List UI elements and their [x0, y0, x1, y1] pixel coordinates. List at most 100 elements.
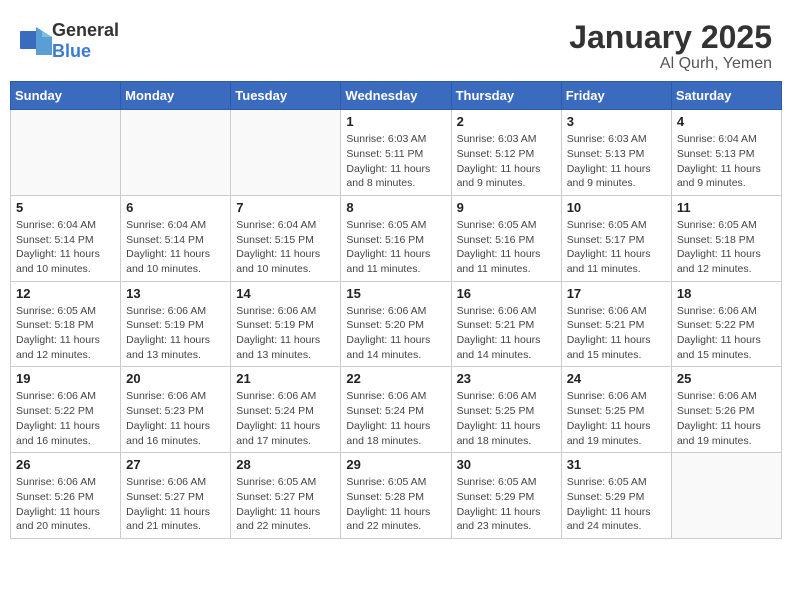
calendar-cell: 24 Sunrise: 6:06 AMSunset: 5:25 PMDayligh… — [561, 367, 671, 453]
day-info: Sunrise: 6:06 AMSunset: 5:26 PMDaylight:… — [677, 389, 776, 448]
day-info: Sunrise: 6:06 AMSunset: 5:25 PMDaylight:… — [457, 389, 556, 448]
day-info: Sunrise: 6:04 AMSunset: 5:15 PMDaylight:… — [236, 218, 335, 277]
day-info: Sunrise: 6:06 AMSunset: 5:21 PMDaylight:… — [457, 304, 556, 363]
day-info: Sunrise: 6:06 AMSunset: 5:21 PMDaylight:… — [567, 304, 666, 363]
weekday-header-monday: Monday — [121, 82, 231, 110]
day-info: Sunrise: 6:06 AMSunset: 5:22 PMDaylight:… — [16, 389, 115, 448]
day-number: 11 — [677, 200, 776, 215]
calendar-cell: 28 Sunrise: 6:05 AMSunset: 5:27 PMDayligh… — [231, 453, 341, 539]
day-number: 28 — [236, 457, 335, 472]
day-number: 30 — [457, 457, 556, 472]
calendar-cell: 12 Sunrise: 6:05 AMSunset: 5:18 PMDayligh… — [11, 281, 121, 367]
day-info: Sunrise: 6:04 AMSunset: 5:14 PMDaylight:… — [126, 218, 225, 277]
calendar-cell: 26Sunrise: 6:06 AMSunset: 5:26 PMDayligh… — [11, 453, 121, 539]
day-number: 2 — [457, 114, 556, 129]
day-info: Sunrise: 6:04 AMSunset: 5:13 PMDaylight:… — [677, 132, 776, 191]
day-number: 24 — [567, 371, 666, 386]
calendar-cell: 21Sunrise: 6:06 AMSunset: 5:24 PMDayligh… — [231, 367, 341, 453]
day-number: 7 — [236, 200, 335, 215]
day-info: Sunrise: 6:05 AMSunset: 5:16 PMDaylight:… — [457, 218, 556, 277]
day-number: 14 — [236, 286, 335, 301]
day-info: Sunrise: 6:06 AMSunset: 5:22 PMDaylight:… — [677, 304, 776, 363]
day-info: Sunrise: 6:06 AMSunset: 5:23 PMDaylight:… — [126, 389, 225, 448]
week-row-5: 26Sunrise: 6:06 AMSunset: 5:26 PMDayligh… — [11, 453, 782, 539]
day-info: Sunrise: 6:06 AMSunset: 5:27 PMDaylight:… — [126, 475, 225, 534]
logo-blue: Blue — [52, 41, 91, 61]
day-info: Sunrise: 6:06 AMSunset: 5:20 PMDaylight:… — [346, 304, 445, 363]
day-info: Sunrise: 6:05 AMSunset: 5:18 PMDaylight:… — [677, 218, 776, 277]
day-number: 13 — [126, 286, 225, 301]
day-info: Sunrise: 6:05 AMSunset: 5:28 PMDaylight:… — [346, 475, 445, 534]
calendar-subtitle: Al Qurh, Yemen — [569, 55, 772, 73]
calendar-cell: 3Sunrise: 6:03 AMSunset: 5:13 PMDaylight… — [561, 110, 671, 196]
day-info: Sunrise: 6:05 AMSunset: 5:17 PMDaylight:… — [567, 218, 666, 277]
day-info: Sunrise: 6:06 AMSunset: 5:25 PMDaylight:… — [567, 389, 666, 448]
calendar-cell — [231, 110, 341, 196]
day-number: 15 — [346, 286, 445, 301]
day-number: 3 — [567, 114, 666, 129]
day-number: 25 — [677, 371, 776, 386]
calendar-cell: 18Sunrise: 6:06 AMSunset: 5:22 PMDayligh… — [671, 281, 781, 367]
calendar-cell: 6Sunrise: 6:04 AMSunset: 5:14 PMDaylight… — [121, 195, 231, 281]
logo-icon — [20, 27, 52, 55]
day-info: Sunrise: 6:06 AMSunset: 5:19 PMDaylight:… — [126, 304, 225, 363]
weekday-header-saturday: Saturday — [671, 82, 781, 110]
week-row-2: 5Sunrise: 6:04 AMSunset: 5:14 PMDaylight… — [11, 195, 782, 281]
weekday-header-friday: Friday — [561, 82, 671, 110]
day-info: Sunrise: 6:03 AMSunset: 5:11 PMDaylight:… — [346, 132, 445, 191]
logo: General Blue — [20, 20, 119, 62]
logo-general: General — [52, 20, 119, 40]
day-number: 22 — [346, 371, 445, 386]
day-number: 1 — [346, 114, 445, 129]
calendar-cell — [671, 453, 781, 539]
day-info: Sunrise: 6:05 AMSunset: 5:29 PMDaylight:… — [567, 475, 666, 534]
calendar-cell: 17 Sunrise: 6:06 AMSunset: 5:21 PMDayligh… — [561, 281, 671, 367]
calendar-cell: 29Sunrise: 6:05 AMSunset: 5:28 PMDayligh… — [341, 453, 451, 539]
calendar-cell: 22 Sunrise: 6:06 AMSunset: 5:24 PMDayligh… — [341, 367, 451, 453]
day-number: 17 — [567, 286, 666, 301]
day-number: 20 — [126, 371, 225, 386]
day-info: Sunrise: 6:05 AMSunset: 5:27 PMDaylight:… — [236, 475, 335, 534]
calendar-cell: 23 Sunrise: 6:06 AMSunset: 5:25 PMDayligh… — [451, 367, 561, 453]
day-info: Sunrise: 6:04 AMSunset: 5:14 PMDaylight:… — [16, 218, 115, 277]
weekday-header-sunday: Sunday — [11, 82, 121, 110]
day-number: 21 — [236, 371, 335, 386]
week-row-4: 19Sunrise: 6:06 AMSunset: 5:22 PMDayligh… — [11, 367, 782, 453]
day-number: 23 — [457, 371, 556, 386]
calendar-cell — [11, 110, 121, 196]
calendar-cell: 30Sunrise: 6:05 AMSunset: 5:29 PMDayligh… — [451, 453, 561, 539]
day-info: Sunrise: 6:06 AMSunset: 5:26 PMDaylight:… — [16, 475, 115, 534]
calendar-table: SundayMondayTuesdayWednesdayThursdayFrid… — [10, 81, 782, 539]
day-number: 8 — [346, 200, 445, 215]
calendar-cell: 4 Sunrise: 6:04 AMSunset: 5:13 PMDaylight… — [671, 110, 781, 196]
title-area: January 2025 Al Qurh, Yemen — [569, 20, 772, 73]
weekday-header-thursday: Thursday — [451, 82, 561, 110]
day-number: 12 — [16, 286, 115, 301]
day-number: 10 — [567, 200, 666, 215]
calendar-cell: 16 Sunrise: 6:06 AMSunset: 5:21 PMDayligh… — [451, 281, 561, 367]
calendar-cell: 5Sunrise: 6:04 AMSunset: 5:14 PMDaylight… — [11, 195, 121, 281]
day-number: 16 — [457, 286, 556, 301]
calendar-title: January 2025 — [569, 20, 772, 55]
day-number: 9 — [457, 200, 556, 215]
page-header: General Blue January 2025 Al Qurh, Yemen — [10, 10, 782, 81]
calendar-cell: 10 Sunrise: 6:05 AMSunset: 5:17 PMDayligh… — [561, 195, 671, 281]
calendar-cell: 20 Sunrise: 6:06 AMSunset: 5:23 PMDayligh… — [121, 367, 231, 453]
calendar-cell: 25 Sunrise: 6:06 AMSunset: 5:26 PMDayligh… — [671, 367, 781, 453]
calendar-cell: 11 Sunrise: 6:05 AMSunset: 5:18 PMDayligh… — [671, 195, 781, 281]
weekday-header-row: SundayMondayTuesdayWednesdayThursdayFrid… — [11, 82, 782, 110]
week-row-1: 1 Sunrise: 6:03 AMSunset: 5:11 PMDaylight… — [11, 110, 782, 196]
week-row-3: 12 Sunrise: 6:05 AMSunset: 5:18 PMDayligh… — [11, 281, 782, 367]
calendar-cell: 31Sunrise: 6:05 AMSunset: 5:29 PMDayligh… — [561, 453, 671, 539]
calendar-cell: 19Sunrise: 6:06 AMSunset: 5:22 PMDayligh… — [11, 367, 121, 453]
calendar-cell: 7 Sunrise: 6:04 AMSunset: 5:15 PMDaylight… — [231, 195, 341, 281]
weekday-header-tuesday: Tuesday — [231, 82, 341, 110]
day-number: 27 — [126, 457, 225, 472]
day-number: 4 — [677, 114, 776, 129]
day-info: Sunrise: 6:03 AMSunset: 5:12 PMDaylight:… — [457, 132, 556, 191]
calendar-cell — [121, 110, 231, 196]
weekday-header-wednesday: Wednesday — [341, 82, 451, 110]
day-info: Sunrise: 6:06 AMSunset: 5:24 PMDaylight:… — [346, 389, 445, 448]
day-info: Sunrise: 6:05 AMSunset: 5:18 PMDaylight:… — [16, 304, 115, 363]
calendar-cell: 14Sunrise: 6:06 AMSunset: 5:19 PMDayligh… — [231, 281, 341, 367]
